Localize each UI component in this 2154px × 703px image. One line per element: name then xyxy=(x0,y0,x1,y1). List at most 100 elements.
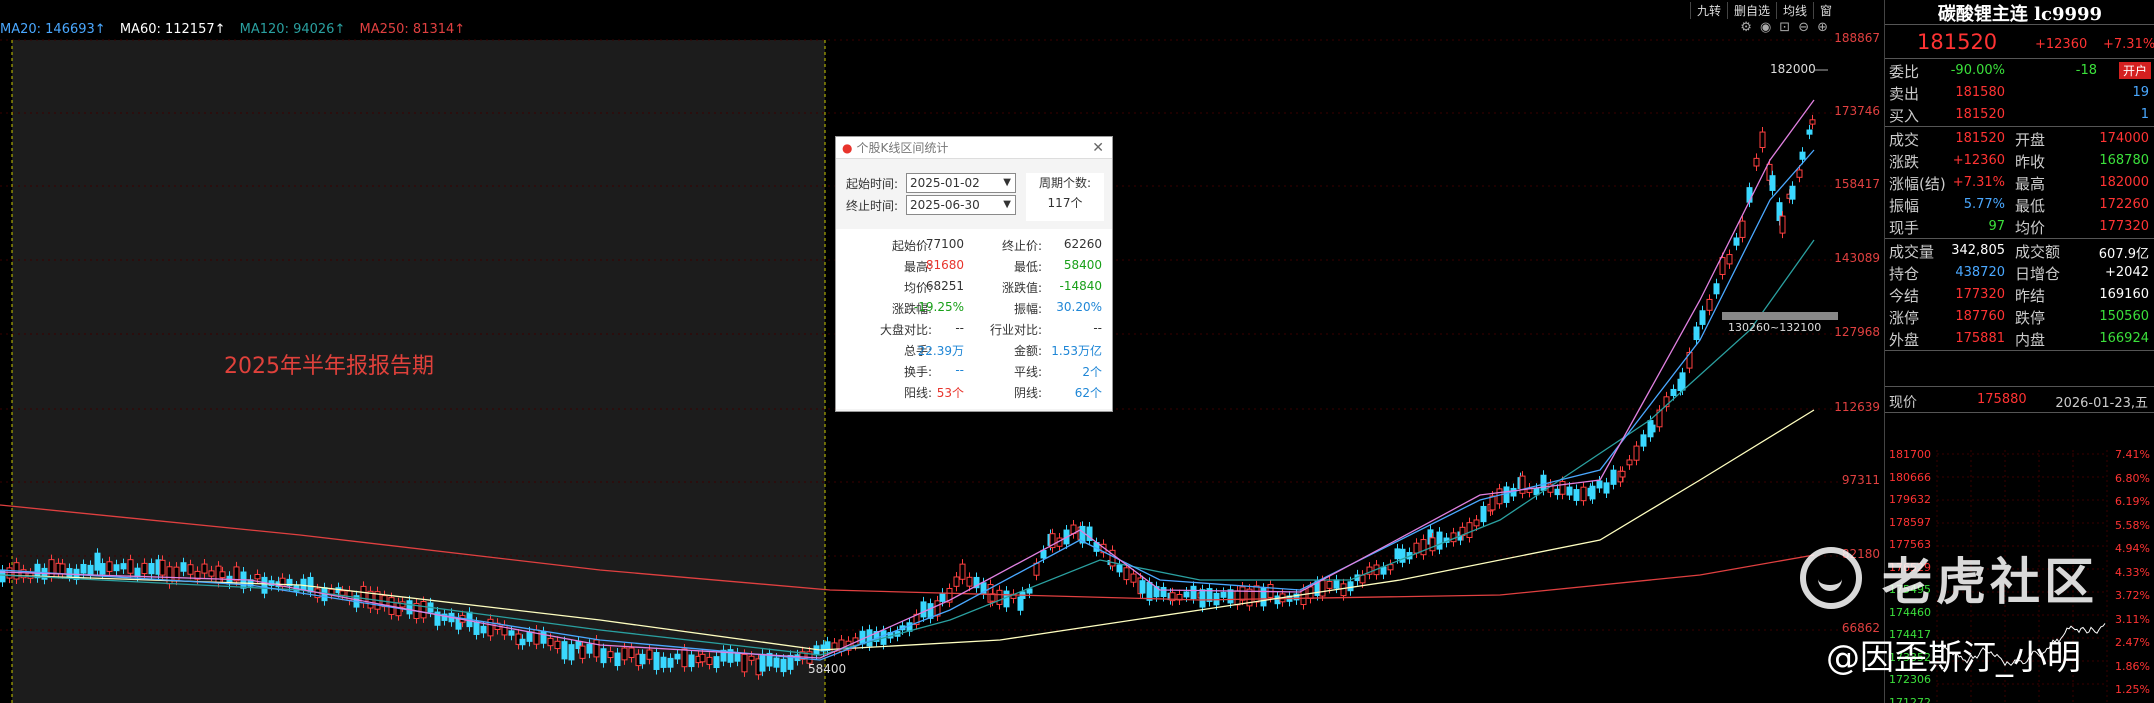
quote-row: 今结 177320 昨结 169160 xyxy=(1885,284,2154,306)
candle-body xyxy=(1234,590,1241,606)
candle-body xyxy=(688,654,695,668)
candle-body xyxy=(208,570,215,577)
open-account-button[interactable]: 开户 xyxy=(2118,62,2151,79)
candle-body xyxy=(674,653,681,660)
candle-body xyxy=(508,630,515,636)
quote-row: 成交量 342,805 成交额 607.9亿 xyxy=(1885,240,2154,262)
eye-icon[interactable]: ◉ xyxy=(1760,20,1771,38)
quote-label: 成交额 xyxy=(2015,243,2061,261)
quote-row: 卖出 181580 19 xyxy=(1885,82,2154,104)
quote-label: 成交量 xyxy=(1889,243,1935,261)
period-count-value: 117个 xyxy=(1047,196,1083,210)
candle-body xyxy=(1626,459,1633,466)
last-price: 181520 xyxy=(1917,30,1998,54)
toolbar-item-remove-watch[interactable]: 删自选 xyxy=(1726,1,1776,19)
quote-value: 168780 xyxy=(2099,153,2149,168)
stat-value: 62个 xyxy=(1074,386,1102,400)
candle-body xyxy=(920,601,927,618)
quote-value: +7.31% xyxy=(1952,175,2005,190)
candle-body xyxy=(600,648,607,664)
candle-body xyxy=(533,629,540,645)
quote-row: 振幅 5.77% 最低 172260 xyxy=(1885,194,2154,216)
range-stats-dialog[interactable]: ● 个股K线区间统计 ✕ 起始时间: 2025-01-02 ▼ 终止时间: 20… xyxy=(835,136,1113,412)
toolbar-item-ma[interactable]: 均线 xyxy=(1775,1,1813,19)
candle-body xyxy=(99,563,106,575)
plus-circle-icon[interactable]: ⊕ xyxy=(1817,20,1828,38)
end-label: 终止时间: xyxy=(846,199,899,213)
app-logo-icon: ● xyxy=(842,140,853,155)
end-date-select[interactable]: 2025-06-30 ▼ xyxy=(906,195,1016,215)
candle-body xyxy=(487,618,494,637)
quote-row: 持仓 438720 日增仓 +2042 xyxy=(1885,262,2154,284)
quote-value: 169160 xyxy=(2099,287,2149,302)
stats-row: 大盘对比: -- 行业对比: -- xyxy=(836,321,1112,341)
stats-row: 均价: 68251 涨跌值: -14840 xyxy=(836,279,1112,299)
candle-body xyxy=(180,562,187,572)
stat-value: 30.20% xyxy=(1056,300,1102,314)
stats-row: 起始价: 77100 终止价: 62260 xyxy=(836,237,1112,257)
candle-body xyxy=(1719,257,1726,275)
candle-body xyxy=(734,652,741,662)
lock-icon[interactable]: ⊡ xyxy=(1779,20,1790,38)
candle-body xyxy=(667,657,674,668)
quote-value: 19 xyxy=(2132,85,2149,100)
top-toolbar: 九转 删自选 均线 窗 xyxy=(1689,0,1838,20)
y-tick: 97311 xyxy=(1841,473,1880,487)
candle-body xyxy=(1699,310,1706,325)
stat-label: 振幅: xyxy=(1013,302,1042,316)
ma120-line xyxy=(0,409,1815,651)
quote-value: -18 xyxy=(2075,63,2097,78)
quote-label: 内盘 xyxy=(2015,331,2046,349)
quote-value: 177320 xyxy=(1955,287,2005,302)
quote-label: 跌停 xyxy=(2015,309,2046,327)
high-annotation: 182000 xyxy=(1770,62,1816,76)
candle-body xyxy=(120,563,127,570)
candle-body xyxy=(233,566,240,582)
candle-body xyxy=(1436,531,1443,550)
candle-body xyxy=(1160,586,1167,598)
quote-value: 5.77% xyxy=(1963,197,2005,212)
instrument-title: 碳酸锂主连 lc9999 xyxy=(1937,4,2103,25)
candle-body xyxy=(201,563,208,574)
candle-body xyxy=(1473,519,1480,527)
candle-body xyxy=(219,571,226,579)
candle-body xyxy=(1559,481,1566,495)
stat-value: 2个 xyxy=(1082,365,1102,379)
candle-body xyxy=(1519,475,1526,494)
dialog-title-bar[interactable]: ● 个股K线区间统计 ✕ xyxy=(836,137,1112,159)
candle-body xyxy=(607,651,614,659)
stat-value: 58400 xyxy=(1063,258,1102,272)
stat-label: 金额: xyxy=(1013,344,1042,358)
candle-body xyxy=(1769,175,1776,191)
quote-value: 181520 xyxy=(1955,107,2005,122)
quote-value: -90.00% xyxy=(1950,63,2005,78)
quote-label: 昨收 xyxy=(2015,153,2046,171)
minus-circle-icon[interactable]: ⊖ xyxy=(1798,20,1809,38)
candle-body xyxy=(1610,469,1617,485)
settings-icon[interactable]: ⚙ xyxy=(1740,20,1752,38)
candle-body xyxy=(1139,580,1146,594)
y-tick: 158417 xyxy=(1834,177,1880,191)
candle-body xyxy=(87,564,94,575)
candle-body xyxy=(339,590,346,596)
candle-body xyxy=(1123,567,1130,581)
quote-label: 委比 xyxy=(1889,63,1920,81)
candle-body xyxy=(406,600,413,615)
quote-label: 最低 xyxy=(2015,197,2046,215)
candle-body xyxy=(1693,326,1700,341)
quote-value: 177320 xyxy=(2099,219,2149,234)
stat-value: 62260 xyxy=(1063,237,1102,251)
candle-body xyxy=(646,649,653,660)
toolbar-item-jiuzhuan[interactable]: 九转 xyxy=(1689,1,1727,19)
candle-body xyxy=(187,564,194,575)
close-icon[interactable]: ✕ xyxy=(1092,140,1104,156)
candle-body xyxy=(1619,470,1626,478)
candle-body xyxy=(866,629,873,647)
range-annotation: 130260~132100 xyxy=(1728,321,1821,334)
stat-value: 68251 xyxy=(925,279,964,293)
ma-legend: MA20: 146693↑ MA60: 112157↑ MA120: 94026… xyxy=(0,20,475,40)
quote-label: 涨跌 xyxy=(1889,153,1920,171)
ma60-label: MA60: 112157↑ xyxy=(119,22,226,37)
toolbar-item-window[interactable]: 窗 xyxy=(1812,1,1838,19)
start-date-select[interactable]: 2025-01-02 ▼ xyxy=(906,173,1016,193)
